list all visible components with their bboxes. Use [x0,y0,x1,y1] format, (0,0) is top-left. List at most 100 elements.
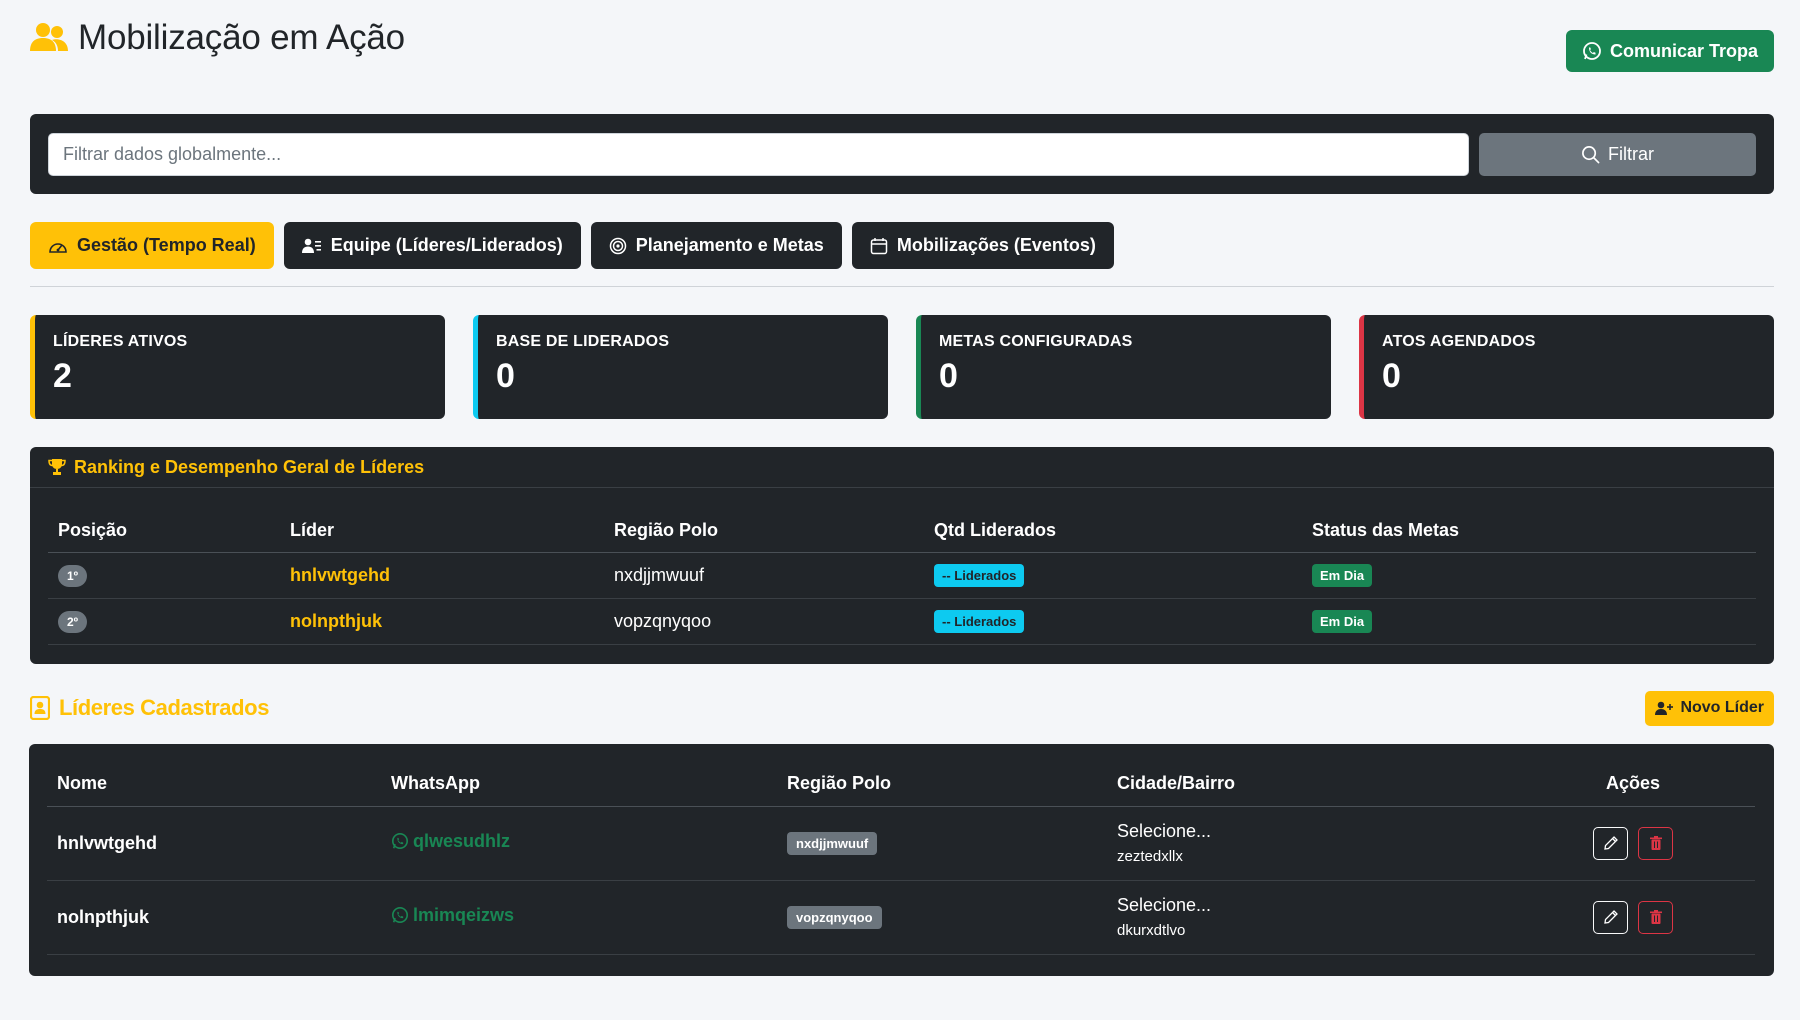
edit-button[interactable] [1593,900,1628,934]
table-row: hnlvwtgehd qlwesudhlz nxdjjmwuuf Selecio… [47,806,1755,881]
pencil-icon [1603,836,1618,850]
speedometer-icon [49,242,67,253]
status-badge: Em Dia [1312,609,1373,633]
row-actions [1511,826,1755,860]
person-lines-icon [301,238,321,253]
tab-team[interactable]: Equipe (Líderes/Liderados) [283,222,581,269]
person-plus-icon [1655,701,1674,715]
page: Mobilização em Ação Comunicar Tropa Filt… [29,0,1774,976]
stat-value: 2 [53,357,72,395]
ranking-title: Ranking e Desempenho Geral de Líderes [74,456,425,477]
neighborhood-value: dkurxdtlvo [1117,922,1186,939]
leaders-card: Nome WhatsApp Região Polo Cidade/Bairro … [29,744,1774,976]
stat-label: METAS CONFIGURADAS [939,333,1133,350]
region-badge: nxdjjmwuuf [787,831,878,855]
leader-name: nolnpthjuk [47,880,381,955]
leaders-title-wrap: Líderes Cadastrados [30,695,269,721]
column-header: Nome [47,762,381,807]
column-header: Ações [1501,762,1755,807]
row-actions [1511,900,1755,934]
column-header: Líder [280,509,604,553]
ranking-header: Ranking e Desempenho Geral de Líderes [30,447,1774,488]
leader-name: hnlvwtgehd [47,806,381,881]
header: Mobilização em Ação Comunicar Tropa [30,0,1774,100]
column-header: Qtd Liderados [924,509,1302,553]
region-cell: nxdjjmwuuf [604,552,924,599]
stat-goals-configured: METAS CONFIGURADAS 0 [916,315,1331,419]
target-icon [609,237,626,254]
calendar-icon [870,237,888,254]
page-title: Mobilização em Ação [78,18,405,57]
stat-value: 0 [496,357,515,395]
new-leader-button[interactable]: Novo Líder [1645,690,1774,726]
leader-link[interactable]: nolnpthjuk [290,611,382,631]
ranking-table: Posição Líder Região Polo Qtd Liderados … [48,509,1756,645]
stat-scheduled-acts: ATOS AGENDADOS 0 [1359,315,1774,419]
column-header: Status das Metas [1302,509,1756,553]
neighborhood-value: zeztedxllx [1117,848,1183,865]
delete-button[interactable] [1638,826,1673,860]
tab-management[interactable]: Gestão (Tempo Real) [30,222,274,269]
whatsapp-link[interactable]: qlwesudhlz [391,831,510,852]
contact-card-icon [30,696,50,720]
whatsapp-number: lmimqeizws [413,904,515,925]
tab-label: Planejamento e Metas [635,235,824,255]
global-filter-input[interactable] [48,132,1469,176]
city-value: Selecione... [1117,895,1212,915]
column-header: Cidade/Bairro [1107,762,1501,807]
leaders-title: Líderes Cadastrados [59,695,270,720]
followers-badge: -- Liderados [934,563,1025,587]
column-header: Região Polo [604,509,924,553]
tab-mobilizations[interactable]: Mobilizações (Eventos) [851,222,1114,269]
new-leader-label: Novo Líder [1680,699,1764,716]
leader-link[interactable]: hnlvwtgehd [290,565,390,585]
tab-label: Equipe (Líderes/Liderados) [330,235,563,255]
whatsapp-icon [391,833,409,850]
table-row: nolnpthjuk lmimqeizws vopzqnyqoo Selecio… [47,880,1755,955]
tab-bar: Gestão (Tempo Real) Equipe (Líderes/Lide… [30,222,1114,269]
stat-value: 0 [939,357,958,395]
ranking-card: Ranking e Desempenho Geral de Líderes Po… [30,447,1774,664]
region-badge: vopzqnyqoo [787,905,882,929]
stat-value: 0 [1382,357,1401,395]
stats-row: LÍDERES ATIVOS 2 BASE DE LIDERADOS 0 MET… [30,315,1774,419]
tab-label: Gestão (Tempo Real) [77,235,256,255]
table-row: 1º hnlvwtgehd nxdjjmwuuf -- Liderados Em… [48,552,1756,599]
delete-button[interactable] [1638,900,1673,934]
tab-label: Mobilizações (Eventos) [896,235,1096,255]
whatsapp-number: qlwesudhlz [413,830,511,851]
edit-button[interactable] [1593,826,1628,860]
communicate-label: Comunicar Tropa [1609,40,1759,61]
position-badge: 1º [58,564,88,587]
tab-planning[interactable]: Planejamento e Metas [590,222,842,269]
table-row: 2º nolnpthjuk vopzqnyqoo -- Liderados Em… [48,598,1756,645]
search-icon [1582,145,1600,163]
followers-badge: -- Liderados [934,609,1025,633]
table-header-row: Nome WhatsApp Região Polo Cidade/Bairro … [47,762,1755,807]
tab-divider [30,286,1774,287]
trophy-icon [48,459,66,475]
trash-icon [1649,910,1662,924]
column-header: Posição [48,509,280,553]
stat-label: LÍDERES ATIVOS [53,333,188,350]
title-wrap: Mobilização em Ação [30,18,405,58]
column-header: Região Polo [777,762,1107,807]
filter-button[interactable]: Filtrar [1479,132,1756,176]
stat-active-leaders: LÍDERES ATIVOS 2 [30,315,445,419]
leaders-table: Nome WhatsApp Região Polo Cidade/Bairro … [47,762,1755,955]
pencil-icon [1603,910,1618,924]
stat-label: BASE DE LIDERADOS [496,333,670,350]
stat-label: ATOS AGENDADOS [1382,333,1536,350]
filter-bar: Filtrar [30,114,1774,194]
table-header-row: Posição Líder Região Polo Qtd Liderados … [48,509,1756,553]
city-value: Selecione... [1117,821,1212,841]
stat-followers-base: BASE DE LIDERADOS 0 [473,315,888,419]
users-icon [30,23,68,51]
trash-icon [1649,836,1662,850]
communicate-button[interactable]: Comunicar Tropa [1566,30,1774,72]
region-cell: vopzqnyqoo [604,598,924,645]
whatsapp-link[interactable]: lmimqeizws [391,905,514,926]
column-header: WhatsApp [381,762,777,807]
leaders-section-header: Líderes Cadastrados Novo Líder [30,690,1774,726]
filter-label: Filtrar [1608,143,1654,164]
